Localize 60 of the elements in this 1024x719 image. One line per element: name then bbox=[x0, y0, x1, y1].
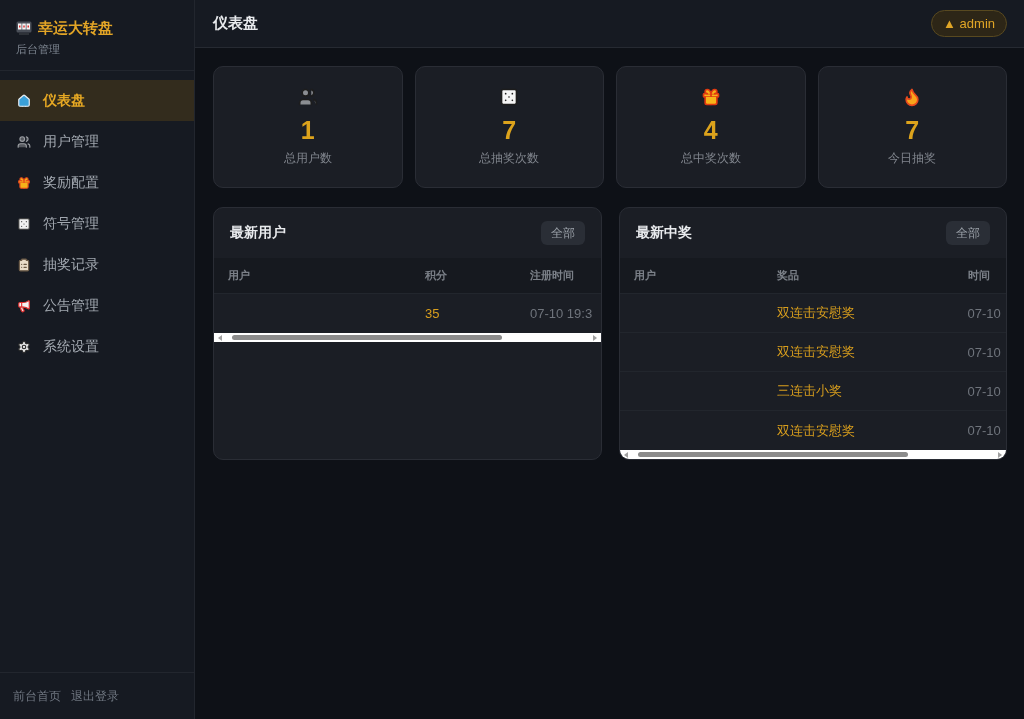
nav-item[interactable]: 符号管理 bbox=[0, 203, 194, 244]
table-cell: 双连击安慰奖 bbox=[776, 304, 855, 322]
users-icon bbox=[17, 134, 31, 149]
table-cell: 07-10 bbox=[967, 344, 1001, 360]
megaphone-icon bbox=[17, 298, 31, 313]
scrollbar-track[interactable] bbox=[214, 333, 601, 342]
slot-machine-icon bbox=[16, 21, 32, 35]
column-header: 奖品 bbox=[776, 268, 799, 283]
brand-name: 幸运大转盘 bbox=[38, 18, 113, 38]
table-cell: 07-10 bbox=[967, 383, 1001, 399]
gift-icon bbox=[17, 175, 31, 190]
stat-label: 总用户数 bbox=[283, 150, 332, 166]
footer-link[interactable]: 退出登录 bbox=[71, 687, 119, 705]
arrow-left-icon[interactable] bbox=[218, 334, 222, 341]
nav-item[interactable]: 奖励配置 bbox=[0, 162, 194, 203]
nav-item[interactable]: 公告管理 bbox=[0, 285, 194, 326]
footer-link[interactable]: 前台首页 bbox=[13, 687, 61, 705]
nav-item[interactable]: 用户管理 bbox=[0, 121, 194, 162]
scrollbar-thumb[interactable] bbox=[637, 452, 908, 457]
column-header: 注册时间 bbox=[530, 268, 574, 283]
view-all-button[interactable]: 全部 bbox=[540, 221, 585, 245]
column-header: 用户 bbox=[633, 268, 656, 283]
panel-title: 最新用户 bbox=[230, 224, 286, 242]
nav-item[interactable]: 系统设置 bbox=[0, 326, 194, 367]
arrow-right-icon[interactable] bbox=[998, 451, 1002, 458]
stat-value: 7 bbox=[502, 115, 517, 145]
dice-icon bbox=[499, 87, 520, 107]
nav-item[interactable]: 仪表盘 bbox=[0, 80, 194, 121]
stat-value: 1 bbox=[300, 115, 315, 145]
dice-icon bbox=[17, 216, 31, 231]
stat-value: 7 bbox=[905, 115, 920, 145]
table-cell: 07-10 bbox=[967, 305, 1001, 321]
brand-subtitle: 后台管理 bbox=[16, 42, 60, 56]
nav-item[interactable]: 抽奖记录 bbox=[0, 244, 194, 285]
table-cell: 三连击小奖 bbox=[776, 382, 842, 400]
arrow-right-icon[interactable] bbox=[592, 334, 597, 341]
table-cell: 双连击安慰奖 bbox=[776, 421, 855, 440]
arrow-left-icon[interactable] bbox=[623, 451, 628, 458]
stat-value: 4 bbox=[703, 115, 718, 145]
stat-label: 总中奖次数 bbox=[680, 150, 741, 166]
house-icon bbox=[17, 93, 31, 108]
column-header: 用户 bbox=[228, 268, 250, 283]
page-title: 仪表盘 bbox=[213, 14, 258, 33]
column-header: 时间 bbox=[967, 268, 990, 283]
scrollbar-thumb[interactable] bbox=[232, 335, 502, 340]
view-all-button[interactable]: 全部 bbox=[946, 221, 990, 245]
clipboard-icon bbox=[17, 257, 31, 272]
users-icon bbox=[297, 87, 318, 107]
table-cell: 07-10 19:3 bbox=[530, 306, 593, 321]
stat-label: 今日抽奖 bbox=[888, 150, 937, 166]
gift-icon bbox=[700, 87, 721, 107]
column-header: 积分 bbox=[425, 268, 447, 283]
settings-icon bbox=[17, 339, 31, 354]
user-badge[interactable]: ▲ admin bbox=[931, 10, 1007, 37]
stat-label: 总抽奖次数 bbox=[479, 150, 540, 166]
scrollbar-track[interactable] bbox=[619, 450, 1006, 459]
panel-title: 最新中奖 bbox=[635, 224, 692, 242]
table-cell: 35 bbox=[425, 306, 440, 321]
table-cell: 07-10 bbox=[967, 423, 1001, 438]
table-cell: 双连击安慰奖 bbox=[776, 343, 855, 361]
